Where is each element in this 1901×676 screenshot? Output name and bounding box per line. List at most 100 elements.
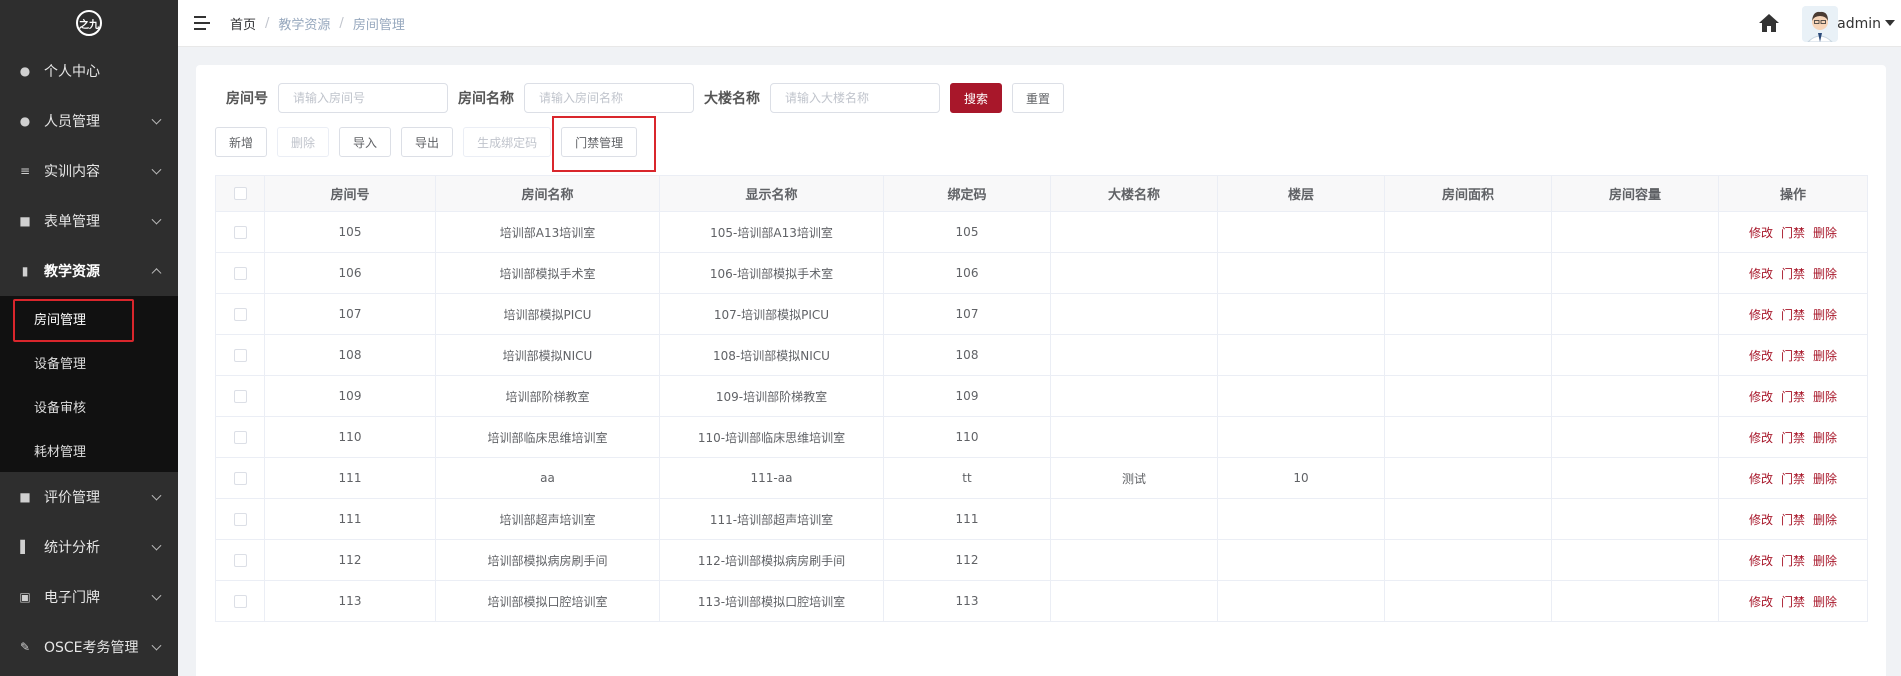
- edit-link[interactable]: 修改: [1749, 513, 1773, 527]
- home-icon[interactable]: [1757, 11, 1781, 35]
- caret-down-icon[interactable]: [1885, 20, 1895, 26]
- row-checkbox[interactable]: [233, 390, 247, 403]
- sidebar-item[interactable]: ▣ 电子门牌: [0, 572, 178, 622]
- chevron-down-icon: [151, 214, 162, 225]
- cell-capacity: [1551, 293, 1719, 335]
- cell-room-name: 培训部A13培训室: [435, 211, 660, 253]
- hamburger-icon[interactable]: [194, 16, 210, 30]
- sidebar: 之九 ● 个人中心 ● 人员管理 ≡ 实训内容 ■ 表单管理 ▮ 教学资源 房间管理 设备管理 设备审核…: [0, 0, 178, 676]
- sidebar-item[interactable]: ■ 表单管理: [0, 196, 178, 246]
- edit-link[interactable]: 修改: [1749, 390, 1773, 404]
- sidebar-item[interactable]: ● 人员管理: [0, 96, 178, 146]
- sidebar-item[interactable]: ■ 评价管理: [0, 472, 178, 522]
- access-link[interactable]: 门禁: [1781, 267, 1805, 281]
- delete-link[interactable]: 删除: [1813, 431, 1837, 445]
- delete-link[interactable]: 删除: [1813, 308, 1837, 322]
- row-checkbox[interactable]: [233, 513, 247, 526]
- add-button[interactable]: 新增: [215, 127, 268, 157]
- delete-link[interactable]: 删除: [1813, 554, 1837, 568]
- edit-link[interactable]: 修改: [1749, 349, 1773, 363]
- cell-floor: [1217, 580, 1385, 622]
- cell-display: 113-培训部模拟口腔培训室: [659, 580, 884, 622]
- delete-button[interactable]: 删除: [277, 127, 330, 157]
- reset-button[interactable]: 重置: [1012, 83, 1065, 113]
- delete-link[interactable]: 删除: [1813, 472, 1837, 486]
- delete-link[interactable]: 删除: [1813, 226, 1837, 240]
- row-checkbox[interactable]: [233, 226, 247, 239]
- sidebar-item[interactable]: ▌ 统计分析: [0, 522, 178, 572]
- sidebar-subitem[interactable]: 设备审核: [0, 384, 178, 428]
- access-link[interactable]: 门禁: [1781, 595, 1805, 609]
- access-link[interactable]: 门禁: [1781, 472, 1805, 486]
- delete-link[interactable]: 删除: [1813, 390, 1837, 404]
- sidebar-item[interactable]: ✎ OSCE考务管理: [0, 622, 178, 672]
- row-checkbox[interactable]: [233, 349, 247, 362]
- edit-link[interactable]: 修改: [1749, 267, 1773, 281]
- sidebar-item-label: 实训内容: [44, 164, 100, 180]
- table-row: 108 培训部模拟NICU 108-培训部模拟NICU 108 修改 门禁 删除: [215, 334, 1868, 376]
- sidebar-subitem[interactable]: 设备管理: [0, 340, 178, 384]
- cell-area: [1384, 293, 1552, 335]
- cell-display: 111-培训部超声培训室: [659, 498, 884, 540]
- cell-building: [1050, 580, 1218, 622]
- edit-link[interactable]: 修改: [1749, 595, 1773, 609]
- access-control-button[interactable]: 门禁管理: [561, 127, 638, 157]
- row-checkbox[interactable]: [233, 595, 247, 608]
- logo-mark: 之九: [76, 10, 102, 36]
- cell-code: 109: [883, 375, 1051, 417]
- sidebar-item-label: 评价管理: [44, 490, 100, 506]
- access-link[interactable]: 门禁: [1781, 431, 1805, 445]
- edit-link[interactable]: 修改: [1749, 226, 1773, 240]
- cell-display: 105-培训部A13培训室: [659, 211, 884, 253]
- breadcrumb-separator: /: [339, 16, 344, 31]
- table-row: 110 培训部临床思维培训室 110-培训部临床思维培训室 110 修改 门禁 删除: [215, 416, 1868, 458]
- delete-link[interactable]: 删除: [1813, 595, 1837, 609]
- edit-link[interactable]: 修改: [1749, 472, 1773, 486]
- row-checkbox[interactable]: [233, 267, 247, 280]
- import-button[interactable]: 导入: [339, 127, 392, 157]
- access-link[interactable]: 门禁: [1781, 554, 1805, 568]
- cell-actions: 修改 门禁 删除: [1718, 457, 1868, 499]
- cell-room-name: 培训部模拟PICU: [435, 293, 660, 335]
- delete-link[interactable]: 删除: [1813, 349, 1837, 363]
- edit-link[interactable]: 修改: [1749, 308, 1773, 322]
- access-link[interactable]: 门禁: [1781, 390, 1805, 404]
- rating-icon: ■: [19, 490, 31, 504]
- sidebar-item[interactable]: ▮ 教学资源: [0, 246, 178, 296]
- cell-building: 测试: [1050, 457, 1218, 499]
- delete-link[interactable]: 删除: [1813, 267, 1837, 281]
- user-menu[interactable]: admin: [1837, 0, 1881, 47]
- row-checkbox[interactable]: [233, 554, 247, 567]
- search-button[interactable]: 搜索: [950, 83, 1003, 113]
- select-cell: [215, 580, 265, 622]
- access-link[interactable]: 门禁: [1781, 308, 1805, 322]
- edit-link[interactable]: 修改: [1749, 431, 1773, 445]
- table-row: 112 培训部模拟病房刷手间 112-培训部模拟病房刷手间 112 修改 门禁 删除: [215, 539, 1868, 581]
- delete-link[interactable]: 删除: [1813, 513, 1837, 527]
- access-link[interactable]: 门禁: [1781, 513, 1805, 527]
- room-name-input[interactable]: [524, 83, 694, 113]
- sidebar-item-label: 统计分析: [44, 540, 100, 556]
- building-input[interactable]: [770, 83, 940, 113]
- row-checkbox[interactable]: [233, 472, 247, 485]
- avatar[interactable]: [1802, 6, 1838, 42]
- sidebar-item[interactable]: ≡ 实训内容: [0, 146, 178, 196]
- table-header: 房间号 房间名称 显示名称 绑定码 大楼名称 楼层 房间面积 房间容量 操作: [215, 175, 1868, 212]
- cell-floor: [1217, 416, 1385, 458]
- row-checkbox[interactable]: [233, 431, 247, 444]
- sidebar-item-label: OSCE考务管理: [44, 640, 139, 656]
- access-link[interactable]: 门禁: [1781, 226, 1805, 240]
- sidebar-subitem[interactable]: 耗材管理: [0, 428, 178, 472]
- edit-link[interactable]: 修改: [1749, 554, 1773, 568]
- select-cell: [215, 539, 265, 581]
- toolbar: 新增 删除 导入 导出 生成绑定码 门禁管理: [215, 116, 657, 172]
- room-no-input[interactable]: [278, 83, 448, 113]
- sidebar-subitem[interactable]: 房间管理: [0, 296, 178, 342]
- select-all-checkbox[interactable]: [233, 187, 247, 200]
- generate-bind-code-button[interactable]: 生成绑定码: [463, 127, 552, 157]
- breadcrumb-home[interactable]: 首页: [230, 14, 256, 33]
- sidebar-item[interactable]: ● 个人中心: [0, 46, 178, 96]
- export-button[interactable]: 导出: [401, 127, 454, 157]
- access-link[interactable]: 门禁: [1781, 349, 1805, 363]
- row-checkbox[interactable]: [233, 308, 247, 321]
